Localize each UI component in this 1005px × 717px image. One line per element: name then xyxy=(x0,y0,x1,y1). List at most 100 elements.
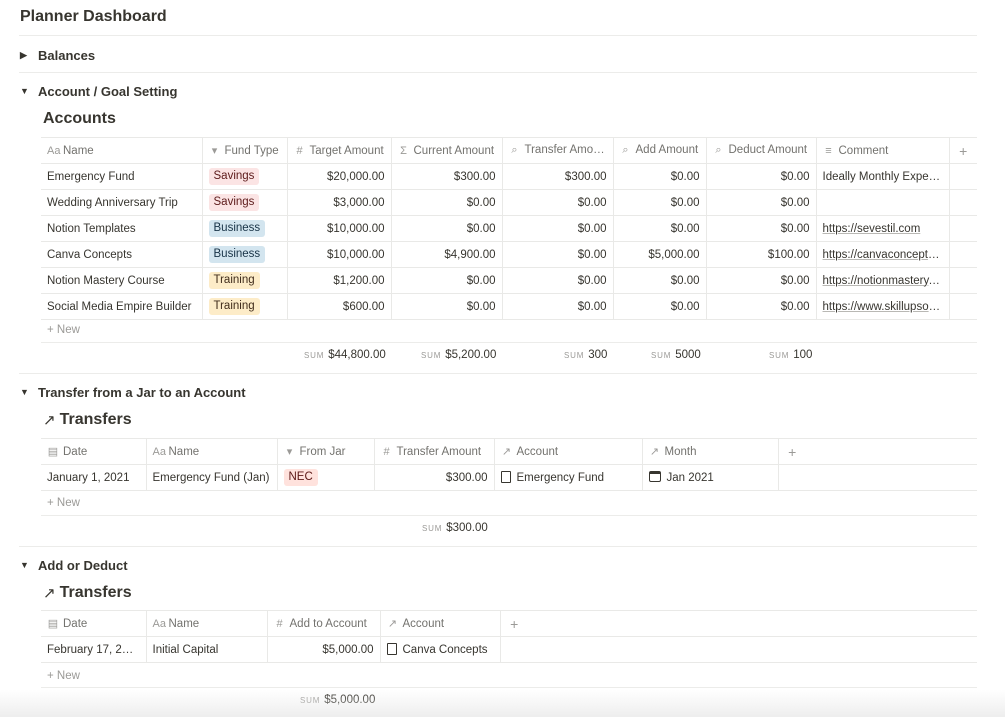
cell-current-amount[interactable]: $0.00 xyxy=(391,189,503,216)
sum-target-amount[interactable]: SUM $44,800.00 xyxy=(304,349,386,361)
cell-name[interactable]: Emergency Fund (Jan) xyxy=(146,464,278,491)
cell-transfer-amount[interactable]: $0.00 xyxy=(502,267,614,294)
cell-current-amount[interactable]: $300.00 xyxy=(391,163,503,190)
cell-fund-type[interactable]: Training xyxy=(202,293,288,320)
column-header-fund-type[interactable]: ▾ Fund Type xyxy=(202,137,288,164)
cell-target-amount[interactable]: $10,000.00 xyxy=(287,241,392,268)
expanded-triangle-icon[interactable]: ▼ xyxy=(20,560,38,570)
cell-fund-type[interactable]: Business xyxy=(202,241,288,268)
cell-target-amount[interactable]: $10,000.00 xyxy=(287,215,392,242)
transfers-new-row-button[interactable]: + New xyxy=(47,497,80,509)
column-header-add-to-account[interactable]: # Add to Account xyxy=(267,610,381,637)
cell-add-amount[interactable]: $0.00 xyxy=(613,215,707,242)
transfers-db-title[interactable]: ↗ Transfers xyxy=(43,411,132,429)
cell-transfer-amount[interactable]: $300.00 xyxy=(374,464,495,491)
cell-account[interactable]: Canva Concepts xyxy=(380,636,501,663)
cell-deduct-amount[interactable]: $100.00 xyxy=(706,241,817,268)
adds-new-row-button[interactable]: + New xyxy=(47,670,80,682)
column-header-name[interactable]: Aa Name xyxy=(41,137,203,164)
cell-month[interactable]: Jan 2021 xyxy=(642,464,779,491)
collapsed-triangle-icon[interactable]: ▶ xyxy=(20,50,38,61)
url-link[interactable]: https://sevestil.com xyxy=(823,223,921,235)
toggle-add-or-deduct[interactable]: ▼ Add or Deduct xyxy=(20,555,128,575)
cell-current-amount[interactable]: $0.00 xyxy=(391,215,503,242)
relation-link[interactable]: Jan 2021 xyxy=(667,472,714,484)
url-link[interactable]: https://www.skillupsocial. xyxy=(823,301,949,313)
cell-transfer-amount[interactable]: $0.00 xyxy=(502,241,614,268)
url-link[interactable]: https://canvaconcepts.co xyxy=(823,249,949,261)
cell-from-jar[interactable]: NEC xyxy=(277,464,375,491)
expanded-triangle-icon[interactable]: ▼ xyxy=(20,387,38,397)
column-header-date[interactable]: ▤ Date xyxy=(41,438,147,465)
cell-transfer-amount[interactable]: $0.00 xyxy=(502,293,614,320)
sum-transfer-amount[interactable]: SUM 300 xyxy=(564,349,607,361)
add-property-button[interactable]: + xyxy=(778,438,806,465)
cell-deduct-amount[interactable]: $0.00 xyxy=(706,215,817,242)
column-header-name[interactable]: Aa Name xyxy=(146,610,268,637)
cell-add-amount[interactable]: $0.00 xyxy=(613,163,707,190)
accounts-db-title[interactable]: Accounts xyxy=(43,110,116,128)
cell-add-amount[interactable]: $0.00 xyxy=(613,189,707,216)
cell-comment[interactable]: https://notionmastery.con xyxy=(816,267,950,294)
sum-transfer-amount[interactable]: SUM $300.00 xyxy=(422,522,488,534)
cell-add-amount[interactable]: $0.00 xyxy=(613,293,707,320)
column-header-deduct-amount[interactable]: ⌕ Deduct Amount xyxy=(706,137,817,164)
cell-comment[interactable]: https://sevestil.com xyxy=(816,215,950,242)
cell-name[interactable]: Initial Capital xyxy=(146,636,268,663)
sum-current-amount[interactable]: SUM $5,200.00 xyxy=(421,349,496,361)
add-property-button[interactable]: + xyxy=(949,137,977,164)
table-row[interactable]: Notion Mastery Course Training $1,200.00 $0… xyxy=(41,267,977,294)
toggle-balances[interactable]: ▶ Balances xyxy=(20,45,95,65)
relation-link[interactable]: Emergency Fund xyxy=(517,472,605,484)
url-link[interactable]: https://notionmastery.con xyxy=(823,275,949,287)
sum-add-amount[interactable]: SUM 5000 xyxy=(651,349,701,361)
add-property-button[interactable]: + xyxy=(500,610,528,637)
cell-name[interactable]: Wedding Anniversary Trip xyxy=(41,189,203,216)
cell-transfer-amount[interactable]: $0.00 xyxy=(502,189,614,216)
adds-db-title[interactable]: ↗ Transfers xyxy=(43,584,132,602)
cell-add-to-account[interactable]: $5,000.00 xyxy=(267,636,381,663)
accounts-new-row-button[interactable]: + New xyxy=(47,324,80,336)
column-header-add-amount[interactable]: ⌕ Add Amount xyxy=(613,137,707,164)
column-header-account[interactable]: ↗ Account xyxy=(380,610,501,637)
column-header-transfer-amount[interactable]: ⌕ Transfer Amou… xyxy=(502,137,614,164)
cell-fund-type[interactable]: Savings xyxy=(202,163,288,190)
table-row[interactable]: January 1, 2021 Emergency Fund (Jan) NEC… xyxy=(41,464,977,491)
cell-target-amount[interactable]: $3,000.00 xyxy=(287,189,392,216)
cell-account[interactable]: Emergency Fund xyxy=(494,464,643,491)
cell-current-amount[interactable]: $0.00 xyxy=(391,267,503,294)
table-row[interactable]: February 17, 2021 Initial Capital $5,000… xyxy=(41,636,977,663)
cell-date[interactable]: February 17, 2021 xyxy=(41,636,147,663)
cell-deduct-amount[interactable]: $0.00 xyxy=(706,189,817,216)
cell-date[interactable]: January 1, 2021 xyxy=(41,464,147,491)
table-row[interactable]: Canva Concepts Business $10,000.00 $4,900.0… xyxy=(41,241,977,268)
cell-transfer-amount[interactable]: $0.00 xyxy=(502,215,614,242)
cell-transfer-amount[interactable]: $300.00 xyxy=(502,163,614,190)
cell-target-amount[interactable]: $600.00 xyxy=(287,293,392,320)
cell-target-amount[interactable]: $1,200.00 xyxy=(287,267,392,294)
cell-comment[interactable]: Ideally Monthly Expense x xyxy=(816,163,950,190)
cell-comment[interactable]: https://www.skillupsocial. xyxy=(816,293,950,320)
table-row[interactable]: Social Media Empire Builder Training $600.… xyxy=(41,293,977,320)
expanded-triangle-icon[interactable]: ▼ xyxy=(20,86,38,96)
relation-link[interactable]: Canva Concepts xyxy=(403,644,488,656)
cell-deduct-amount[interactable]: $0.00 xyxy=(706,293,817,320)
cell-current-amount[interactable]: $0.00 xyxy=(391,293,503,320)
cell-name[interactable]: Emergency Fund xyxy=(41,163,203,190)
sum-deduct-amount[interactable]: SUM 100 xyxy=(769,349,812,361)
toggle-transfer-from-jar[interactable]: ▼ Transfer from a Jar to an Account xyxy=(20,382,246,402)
column-header-from-jar[interactable]: ▾ From Jar xyxy=(277,438,375,465)
cell-current-amount[interactable]: $4,900.00 xyxy=(391,241,503,268)
cell-add-amount[interactable]: $0.00 xyxy=(613,267,707,294)
cell-comment[interactable] xyxy=(816,189,950,216)
cell-fund-type[interactable]: Business xyxy=(202,215,288,242)
table-row[interactable]: Wedding Anniversary Trip Savings $3,000.00… xyxy=(41,189,977,216)
sum-add-to-account[interactable]: SUM $5,000.00 xyxy=(300,694,375,706)
column-header-current-amount[interactable]: Σ Current Amount xyxy=(391,137,503,164)
cell-name[interactable]: Notion Mastery Course xyxy=(41,267,203,294)
cell-target-amount[interactable]: $20,000.00 xyxy=(287,163,392,190)
column-header-comment[interactable]: ≡ Comment xyxy=(816,137,950,164)
cell-comment[interactable]: https://canvaconcepts.co xyxy=(816,241,950,268)
column-header-transfer-amount[interactable]: # Transfer Amount xyxy=(374,438,495,465)
cell-deduct-amount[interactable]: $0.00 xyxy=(706,163,817,190)
